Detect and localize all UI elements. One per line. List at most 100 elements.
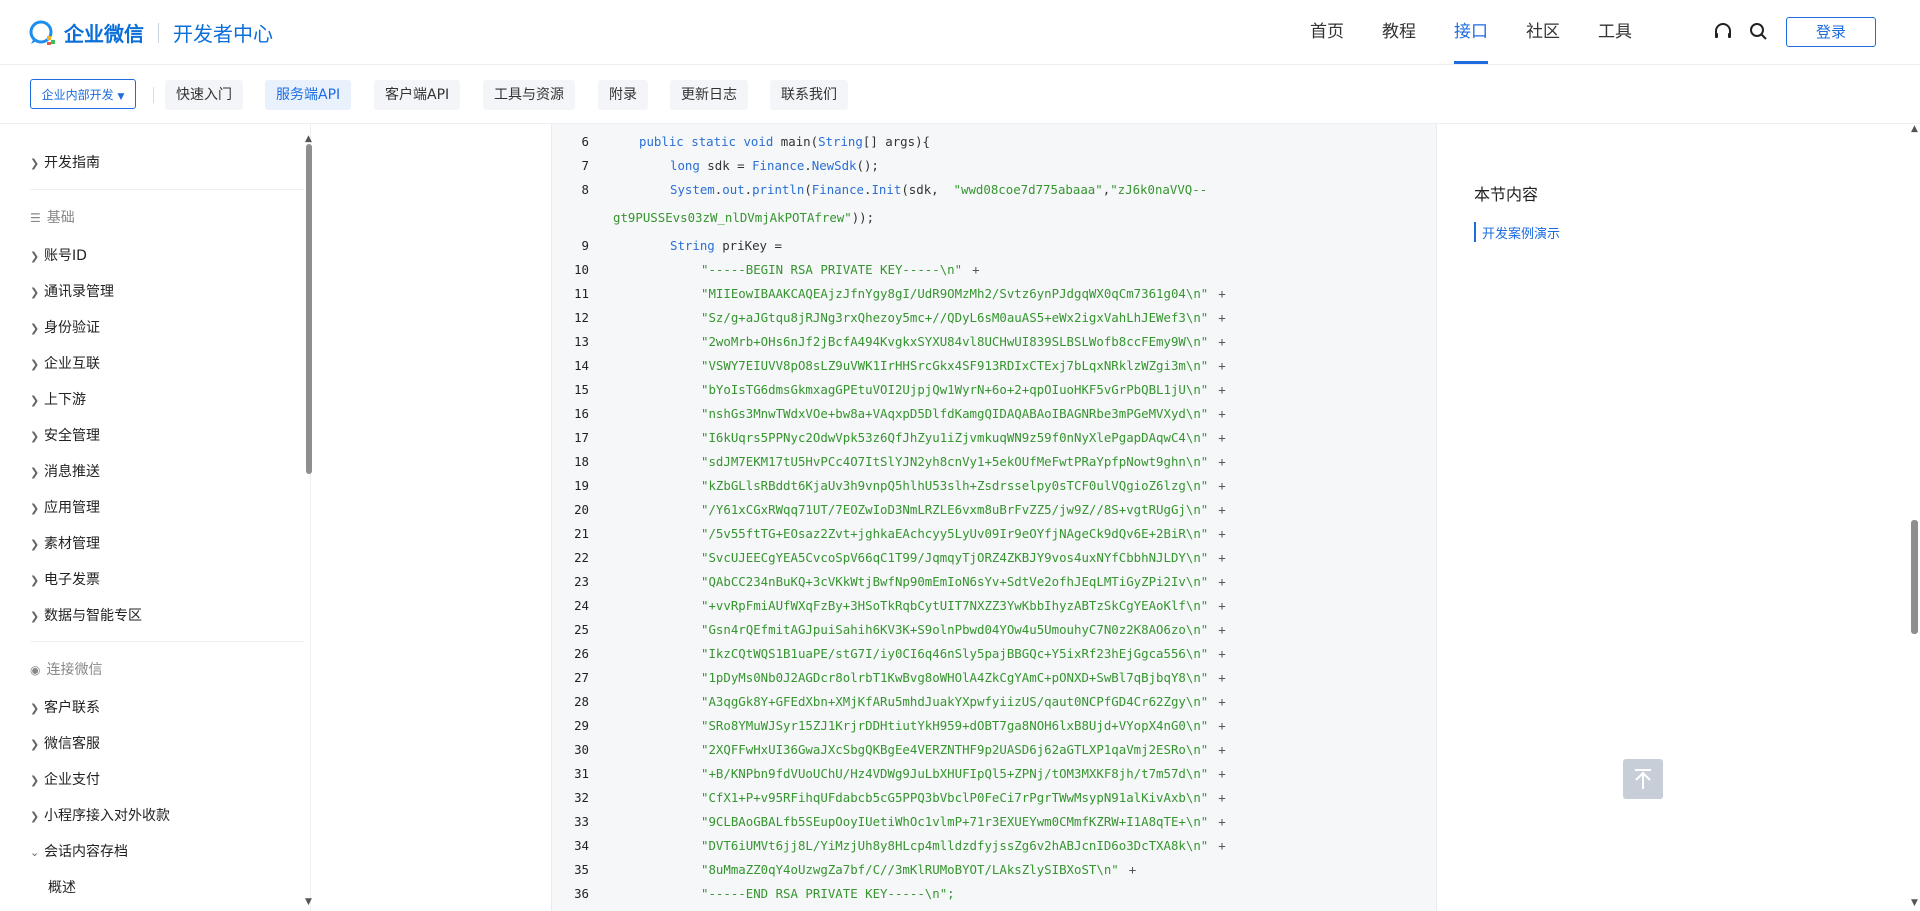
subnav-tools-resources[interactable]: 工具与资源 (483, 80, 575, 110)
sidebar-item-messages[interactable]: ❯ 消息推送 (30, 462, 100, 482)
headset-icon[interactable] (1713, 22, 1733, 42)
code-line: 7 long sdk = Finance.NewSdk(); (552, 154, 879, 178)
page-scrollbar[interactable] (1911, 520, 1918, 634)
code-token: "Gsn4rQEfmitAGJpuiSahih6KV3K+S9olnPbwd04… (701, 622, 1209, 637)
line-number: 11 (574, 286, 589, 301)
code-line: 24 "+vvRpFmiAUfWXqFzBy+3HSoTkRqbCytUIT7NX… (552, 594, 1226, 618)
code-line-wrapped: gt9PUSSEvs03zW_nlDVmjAkPOTAfrew")); (613, 206, 874, 230)
chevron-right-icon: ❯ (30, 774, 40, 787)
sidebar-scrollbar[interactable] (306, 144, 312, 474)
nav-home[interactable]: 首页 (1310, 0, 1344, 64)
sidebar-item-security[interactable]: ❯ 安全管理 (30, 426, 100, 446)
back-to-top-button[interactable] (1623, 759, 1663, 799)
scroll-up-arrow-icon[interactable]: ▲ (305, 134, 312, 144)
chat-icon: ◉ (30, 663, 41, 677)
sidebar-item-contacts[interactable]: ❯ 通讯录管理 (30, 282, 114, 302)
toc-link-dev-demo[interactable]: 开发案例演示 (1482, 223, 1560, 242)
code-token: "+vvRpFmiAUfWXqFzBy+3HSoTkRqbCytUIT7NXZZ… (701, 598, 1209, 613)
sidebar-item-invoice[interactable]: ❯ 电子发票 (30, 570, 100, 590)
subnav-quickstart[interactable]: 快速入门 (165, 80, 243, 110)
chevron-right-icon: ❯ (30, 358, 40, 371)
subnav-server-api[interactable]: 服务端API (265, 80, 352, 110)
sidebar-item-apps[interactable]: ❯ 应用管理 (30, 498, 100, 518)
sidebar-item-payment[interactable]: ❯ 企业支付 (30, 770, 100, 790)
sidebar-group-label: 连接微信 (46, 662, 103, 678)
sidebar-item-interconnect[interactable]: ❯ 企业互联 (30, 354, 100, 374)
line-number: 14 (574, 358, 589, 373)
code-line: 11 "MIIEowIBAAKCAQEAjzJfnYgy8gI/UdR9OMzMh… (552, 282, 1226, 306)
sidebar-item-label: 数据与智能专区 (44, 608, 142, 624)
code-token: "zJ6k0naVVQ-- (1110, 182, 1208, 197)
sidebar-group-connect-wechat: ◉ 连接微信 (30, 660, 102, 680)
code-token: . (744, 182, 753, 197)
code-token: main( (780, 134, 819, 149)
chevron-right-icon: ❯ (30, 502, 40, 515)
code-token: )); (851, 210, 875, 225)
code-token: long (670, 158, 700, 173)
code-line: 33 "9CLBAoGBALfb5SEupOoyIUetiWhOc1vlmP+71… (552, 810, 1226, 834)
sidebar-item-wechat-service[interactable]: ❯ 微信客服 (30, 734, 100, 754)
login-button[interactable]: 登录 (1786, 17, 1876, 47)
code-line: 25 "Gsn4rQEfmitAGJpuiSahih6KV3K+S9olnPbwd… (552, 618, 1226, 642)
subnav-client-api[interactable]: 客户端API (374, 80, 461, 110)
code-token: (); (856, 158, 879, 173)
sidebar-item-miniprogram-pay[interactable]: ❯ 小程序接入对外收款 (30, 806, 170, 826)
sidebar-group-basic: ☰ 基础 (30, 208, 75, 228)
nav-api[interactable]: 接口 (1454, 0, 1488, 64)
code-token: "2XQFFwHxUI36GwaJXcSbgQKBgEe4VERZNTHF9p2… (701, 742, 1209, 757)
nav-community[interactable]: 社区 (1526, 0, 1560, 64)
logo[interactable]: 企业微信 开发者中心 (28, 18, 273, 47)
subnav-contact[interactable]: 联系我们 (770, 80, 848, 110)
layers-icon: ☰ (30, 211, 41, 225)
subnav-appendix[interactable]: 附录 (598, 80, 648, 110)
nav-tools[interactable]: 工具 (1598, 0, 1632, 64)
sidebar-item-account-id[interactable]: ❯ 账号ID (30, 246, 87, 266)
code-line: 14 "VSWY7EIUVV8pO8sLZ9uVWK1IrHHSrcGkx4SF9… (552, 354, 1226, 378)
code-token: "QAbCC234nBuKQ+3cVKkWtjBwfNp90mEmIoN6sYv… (701, 574, 1209, 589)
sidebar-item-archive[interactable]: ⌄ 会话内容存档 (30, 842, 128, 862)
concat-operator: + (1218, 622, 1226, 637)
scroll-down-arrow-icon[interactable]: ▼ (305, 897, 312, 907)
code-line: 32 "CfX1+P+v95RFihqUFdabcb5cG5PPQ3bVbclP0… (552, 786, 1226, 810)
code-token: "+B/KNPbn9fdVUoUChU/Hz4VDWg9JuLbXHUFIpQl… (701, 766, 1209, 781)
sidebar-item-label: 应用管理 (44, 500, 100, 516)
code-line: 28 "A3qgGk8Y+GFEdXbn+XMjKfARu5mhdJuakYXpw… (552, 690, 1226, 714)
sidebar-item-customer[interactable]: ❯ 客户联系 (30, 698, 100, 718)
scope-dropdown[interactable]: 企业内部开发 ▼ (30, 79, 136, 109)
search-icon[interactable] (1749, 22, 1769, 42)
chevron-right-icon: ❯ (30, 738, 40, 751)
sidebar-item-label: 小程序接入对外收款 (44, 808, 170, 824)
page-scroll-up-icon[interactable]: ▲ (1911, 124, 1918, 134)
page-scroll-down-icon[interactable]: ▼ (1911, 898, 1918, 908)
code-line: 27 "1pDyMs0Nb0J2AGDcr8olrbT1KwBvg8oWHOlA4… (552, 666, 1226, 690)
chevron-down-icon: ▼ (117, 92, 125, 102)
sidebar-subitem-overview[interactable]: 概述 (48, 878, 76, 898)
code-line: 8 System.out.println(Finance.Init(sdk, "w… (552, 178, 1208, 202)
logo-title: 企业微信 (64, 22, 144, 46)
chevron-right-icon: ❯ (30, 430, 40, 443)
code-line: 23 "QAbCC234nBuKQ+3cVKkWtjBwfNp90mEmIoN6s… (552, 570, 1226, 594)
sidebar-item-upstream[interactable]: ❯ 上下游 (30, 390, 86, 410)
code-line: 35 "8uMmaZZ0qY4oUzwgZa7bf/C//3mKlRUMoBYOT… (552, 858, 1136, 882)
sidebar-item-materials[interactable]: ❯ 素材管理 (30, 534, 100, 554)
logo-divider (158, 22, 159, 43)
sidebar-item-dev-guide[interactable]: ❯ 开发指南 (30, 153, 100, 173)
chevron-right-icon: ❯ (30, 538, 40, 551)
code-block: 6 public static void main(String[] args){… (551, 124, 1437, 911)
concat-operator: + (972, 262, 980, 277)
chevron-right-icon: ❯ (30, 394, 40, 407)
code-token: "I6kUqrs5PPNyc2OdwVpk53z6QfJhZyu1iZjvmku… (701, 430, 1209, 445)
concat-operator: + (1218, 382, 1226, 397)
sidebar-item-auth[interactable]: ❯ 身份验证 (30, 318, 100, 338)
scope-label: 企业内部开发 (41, 88, 114, 102)
code-line: 30 "2XQFFwHxUI36GwaJXcSbgQKBgEe4VERZNTHF9… (552, 738, 1226, 762)
code-token: "2woMrb+OHs6nJf2jBcfA494KvgkxSYXU84vl8UC… (701, 334, 1209, 349)
chevron-right-icon: ❯ (30, 702, 40, 715)
code-token: "-----END RSA PRIVATE KEY-----\n"; (701, 886, 955, 901)
code-token: "CfX1+P+v95RFihqUFdabcb5cG5PPQ3bVbclP0Fe… (701, 790, 1209, 805)
sidebar-item-data-ai[interactable]: ❯ 数据与智能专区 (30, 606, 142, 626)
code-line: 17 "I6kUqrs5PPNyc2OdwVpk53z6QfJhZyu1iZjvm… (552, 426, 1226, 450)
subnav-changelog[interactable]: 更新日志 (670, 80, 748, 110)
nav-tutorial[interactable]: 教程 (1382, 0, 1416, 64)
sidebar-item-label: 开发指南 (44, 155, 100, 171)
